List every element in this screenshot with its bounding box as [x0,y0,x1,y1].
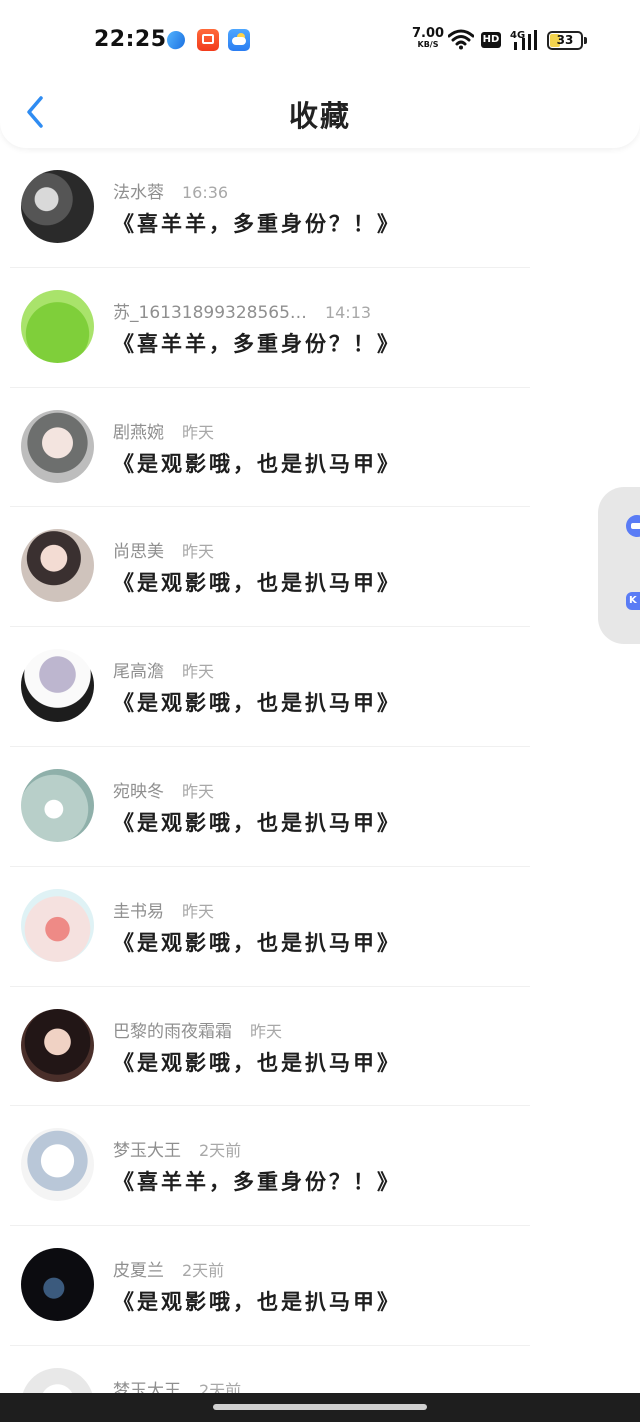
avatar[interactable] [21,768,94,842]
floating-side-tab[interactable] [598,487,640,644]
sender-line: 梦玉大王 2天前 [113,1136,241,1161]
sender-name: 圭书易 [113,901,164,922]
favorite-message: 《喜羊羊，多重身份？！》 [113,212,401,236]
favorites-list: 法水蓉 16:36 《喜羊羊，多重身份？！》 苏_16131899328565… 14:… [0,148,640,1422]
keyboard-icon[interactable]: K [626,592,640,610]
sender-line: 法水蓉 16:36 [113,178,228,203]
weather-app-icon [228,29,250,51]
sender-line: 剧燕婉 昨天 [113,418,214,443]
favorite-message: 《是观影哦，也是扒马甲》 [113,1050,401,1075]
timestamp: 昨天 [182,422,215,442]
timestamp: 16:36 [182,183,229,202]
avatar[interactable] [21,529,94,603]
favorite-item[interactable]: 梦玉大王 2天前《喜羊羊，多重身份？！》 [0,1106,640,1227]
sender-name: 梦玉大王 [113,1141,181,1162]
sender-line: 巴黎的雨夜霜霜 昨天 [113,1017,282,1042]
favorite-item[interactable]: 巴黎的雨夜霜霜 昨天《是观影哦，也是扒马甲》 [0,987,640,1107]
network-speed: 7.00 KB/S [412,27,444,49]
favorite-message: 《是观影哦，也是扒马甲》 [113,1290,401,1315]
timestamp: 昨天 [182,542,215,562]
header: 22:25 7.00 KB/S HD 4G 33 收藏 [0,0,640,148]
favorite-message: 《喜羊羊，多重身份？！》 [113,1170,401,1195]
avatar[interactable] [21,888,94,962]
avatar[interactable] [21,1008,94,1082]
sender-line: 尚思美 昨天 [113,537,214,562]
timestamp: 14:13 [324,302,372,322]
sender-name: 苏_16131899328565… [113,302,307,323]
timestamp: 昨天 [250,1021,283,1041]
favorite-message: 《是观影哦，也是扒马甲》 [113,810,401,835]
battery-level: 33 [556,33,574,47]
sender-line: 皮夏兰 2天前 [113,1256,224,1281]
sender-name: 剧燕婉 [113,422,164,443]
favorites-page: 22:25 7.00 KB/S HD 4G 33 收藏 法水蓉 16:36 《喜… [0,0,640,1422]
sender-name: 宛映冬 [113,781,164,802]
network-speed-unit: KB/S [417,40,439,49]
sender-name: 尾高澹 [113,662,164,683]
sender-name: 巴黎的雨夜霜霜 [113,1021,232,1042]
home-indicator[interactable] [213,1404,427,1410]
timestamp: 2天前 [182,1261,225,1281]
timestamp: 昨天 [182,662,215,682]
sender-name: 尚思美 [113,542,164,563]
favorite-item[interactable]: 法水蓉 16:36 《喜羊羊，多重身份？！》 [0,148,640,268]
sender-name: 法水蓉 [113,183,164,203]
timestamp: 2天前 [199,1141,242,1161]
favorite-message: 《是观影哦，也是扒马甲》 [113,691,401,716]
hd-icon: HD [481,32,501,48]
avatar[interactable] [21,1128,94,1202]
wifi-icon [448,29,474,50]
favorite-item[interactable]: 宛映冬 昨天《是观影哦，也是扒马甲》 [0,747,640,867]
timestamp: 昨天 [182,781,215,801]
favorite-item[interactable]: 圭书易 昨天《是观影哦，也是扒马甲》 [0,867,640,987]
favorite-message: 《是观影哦，也是扒马甲》 [113,451,401,476]
avatar[interactable] [21,289,94,363]
favorite-message: 《喜羊羊，多重身份？！》 [113,331,401,356]
avatar[interactable] [21,409,94,483]
sender-line: 尾高澹 昨天 [113,657,214,682]
signal-icon: 4G [510,30,537,50]
favorite-message: 《是观影哦，也是扒马甲》 [113,571,401,596]
network-speed-value: 7.00 [412,26,445,41]
page-title: 收藏 [288,99,351,133]
favorite-item[interactable]: 皮夏兰 2天前《是观影哦，也是扒马甲》 [0,1226,640,1346]
favorite-item[interactable]: 剧燕婉 昨天《是观影哦，也是扒马甲》 [0,388,640,508]
battery-tip [584,37,587,44]
favorite-message: 《是观影哦，也是扒马甲》 [113,930,401,955]
status-time: 22:25 [94,27,167,52]
blue-bird-icon [164,28,188,52]
avatar[interactable] [21,1248,94,1322]
favorite-item[interactable]: 尚思美 昨天《是观影哦，也是扒马甲》 [0,507,640,628]
shop-app-icon [197,29,219,51]
sender-line: 宛映冬 昨天 [113,777,214,802]
avatar[interactable] [21,649,94,723]
favorite-item[interactable]: 尾高澹 昨天《是观影哦，也是扒马甲》 [0,627,640,747]
sender-name: 皮夏兰 [113,1261,164,1282]
status-bar: 22:25 7.00 KB/S HD 4G 33 [0,0,640,80]
avatar[interactable] [21,170,94,243]
sender-line: 圭书易 昨天 [113,897,214,922]
battery-icon: 33 [547,31,583,50]
navigation-bar [0,1393,640,1422]
sender-line: 苏_16131899328565… 14:13 [113,298,371,323]
favorite-item[interactable]: 苏_16131899328565… 14:13 《喜羊羊，多重身份？！》 [0,268,640,388]
timestamp: 昨天 [182,901,215,921]
